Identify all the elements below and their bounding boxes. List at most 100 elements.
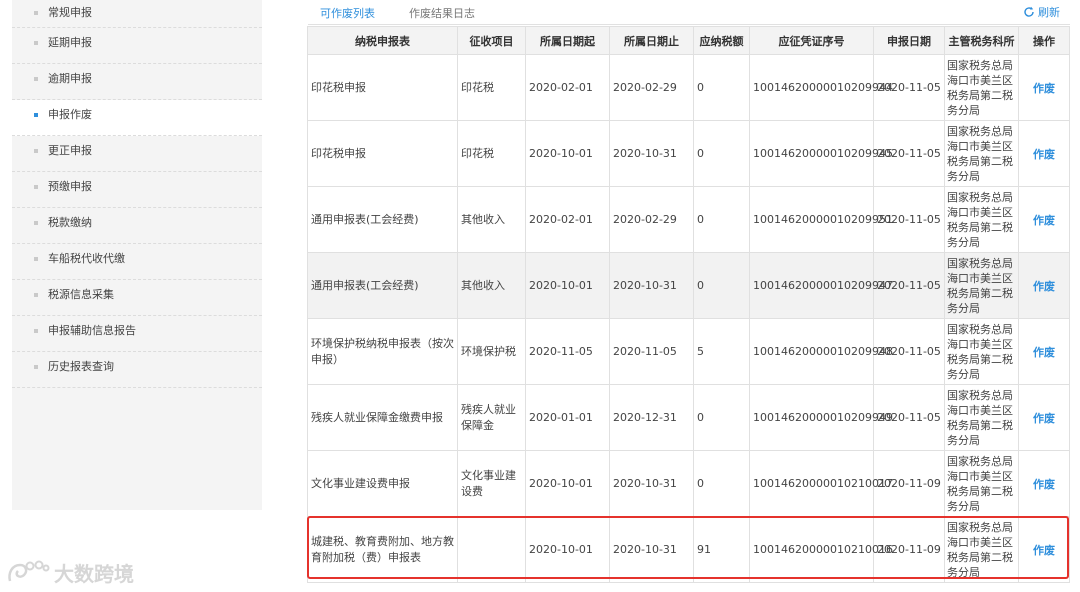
void-link[interactable]: 作废 — [1018, 120, 1070, 187]
cell-form: 印花税申报 — [307, 54, 458, 121]
refresh-button[interactable]: 刷新 — [1023, 4, 1060, 20]
header-date: 申报日期 — [873, 26, 945, 55]
cell-item: 文化事业建设费 — [457, 450, 526, 517]
sidebar-item[interactable]: 历史报表查询 — [12, 352, 262, 388]
bullet-icon — [34, 221, 38, 225]
header-start: 所属日期起 — [525, 26, 610, 55]
cell-org: 国家税务总局海口市美兰区税务局第二税务分局 — [944, 318, 1019, 385]
cell-item: 其他收入 — [457, 186, 526, 253]
void-link[interactable]: 作废 — [1018, 450, 1070, 517]
table-header-row: 纳税申报表 征收项目 所属日期起 所属日期止 应纳税额 应征凭证序号 申报日期 … — [307, 26, 1070, 55]
sidebar-item[interactable]: 逾期申报 — [12, 64, 262, 100]
sidebar-item[interactable]: 申报辅助信息报告 — [12, 316, 262, 352]
cell-org: 国家税务总局海口市美兰区税务局第二税务分局 — [944, 252, 1019, 319]
sidebar-item[interactable]: 更正申报 — [12, 136, 262, 172]
sidebar-item[interactable]: 税款缴纳 — [12, 208, 262, 244]
cell-org: 国家税务总局海口市美兰区税务局第二税务分局 — [944, 384, 1019, 451]
void-link[interactable]: 作废 — [1018, 252, 1070, 319]
cell-date: 2020-11-05 — [873, 252, 945, 319]
sidebar-item[interactable]: 车船税代收代缴 — [12, 244, 262, 280]
cell-item: 印花税 — [457, 54, 526, 121]
header-end: 所属日期止 — [609, 26, 694, 55]
cell-date: 2020-11-09 — [873, 450, 945, 517]
cell-date: 2020-11-05 — [873, 54, 945, 121]
bullet-icon — [34, 149, 38, 153]
sidebar-item-label: 逾期申报 — [48, 72, 92, 85]
header-item: 征收项目 — [457, 26, 526, 55]
sidebar-item-label: 车船税代收代缴 — [48, 252, 125, 265]
cell-form: 通用申报表(工会经费) — [307, 186, 458, 253]
cell-tax: 91 — [693, 516, 750, 583]
table-row: 环境保护税纳税申报表（按次申报） 环境保护税 2020-11-05 2020-11-0… — [307, 318, 1070, 385]
refresh-icon — [1024, 6, 1034, 17]
sidebar-list: 常规申报延期申报逾期申报申报作废更正申报预缴申报 税款缴纳车船税代收代缴 税源信息采… — [12, 0, 262, 388]
cell-item: 其他收入 — [457, 252, 526, 319]
cell-end: 2020-10-31 — [609, 252, 694, 319]
tab-voidable-list[interactable]: 可作废列表 — [308, 5, 387, 28]
header-voucher: 应征凭证序号 — [749, 26, 874, 55]
cell-tax: 0 — [693, 120, 750, 187]
cell-end: 2020-10-31 — [609, 120, 694, 187]
cell-item: 残疾人就业保障金 — [457, 384, 526, 451]
cell-end: 2020-10-31 — [609, 450, 694, 517]
cell-voucher: 10014620000010209945 — [749, 120, 893, 187]
cell-form: 通用申报表(工会经费) — [307, 252, 458, 319]
table-row: 残疾人就业保障金缴费申报 残疾人就业保障金 2020-01-01 2020-12-31… — [307, 384, 1070, 451]
cell-org: 国家税务总局海口市美兰区税务局第二税务分局 — [944, 54, 1019, 121]
header-form: 纳税申报表 — [307, 26, 458, 55]
cell-form: 残疾人就业保障金缴费申报 — [307, 384, 458, 451]
table-row: 通用申报表(工会经费) 其他收入 2020-10-01 2020-10-31 0 1001… — [307, 252, 1070, 319]
cell-start: 2020-02-01 — [525, 54, 610, 121]
watermark-icon — [8, 560, 50, 582]
void-link[interactable]: 作废 — [1018, 186, 1070, 253]
watermark-logo: 大数跨境 — [6, 558, 134, 586]
cell-tax: 0 — [693, 450, 750, 517]
cell-date: 2020-11-05 — [873, 186, 945, 253]
refresh-label: 刷新 — [1038, 6, 1060, 19]
cell-end: 2020-11-05 — [609, 318, 694, 385]
table-row: 印花税申报 印花税 2020-02-01 2020-02-29 0 10014620000… — [307, 54, 1070, 121]
sidebar-item-label: 历史报表查询 — [48, 360, 114, 373]
cell-voucher: 10014620000010209944 — [749, 54, 893, 121]
header-org: 主管税务科所 — [944, 26, 1019, 55]
cell-start: 2020-10-01 — [525, 252, 610, 319]
sidebar-item-label: 延期申报 — [48, 36, 92, 49]
sidebar-item-label: 更正申报 — [48, 144, 92, 157]
void-link[interactable]: 作废 — [1018, 384, 1070, 451]
cell-org: 国家税务总局海口市美兰区税务局第二税务分局 — [944, 450, 1019, 517]
void-link[interactable]: 作废 — [1018, 54, 1070, 121]
void-link[interactable]: 作废 — [1018, 318, 1070, 385]
cell-date: 2020-11-05 — [873, 384, 945, 451]
sidebar-item-label: 税源信息采集 — [48, 288, 114, 301]
cell-end: 2020-10-31 — [609, 516, 694, 583]
sidebar-item[interactable]: 税源信息采集 — [12, 280, 262, 316]
cell-org: 国家税务总局海口市美兰区税务局第二税务分局 — [944, 186, 1019, 253]
void-link[interactable]: 作废 — [1018, 516, 1070, 583]
cell-end: 2020-12-31 — [609, 384, 694, 451]
tab-bar: 可作废列表 作废结果日志 刷新 — [308, 0, 1070, 28]
cell-form: 文化事业建设费申报 — [307, 450, 458, 517]
cell-voucher: 10014620000010209947 — [749, 252, 893, 319]
bullet-icon — [34, 113, 38, 117]
bullet-icon — [34, 329, 38, 333]
cell-org: 国家税务总局海口市美兰区税务局第二税务分局 — [944, 516, 1019, 583]
cell-tax: 5 — [693, 318, 750, 385]
sidebar-item[interactable]: 预缴申报 — [12, 172, 262, 208]
sidebar-item[interactable]: 常规申报 — [12, 0, 262, 28]
cell-form: 环境保护税纳税申报表（按次申报） — [307, 318, 458, 385]
table-row: 文化事业建设费申报 文化事业建设费 2020-10-01 2020-10-31 0 100… — [307, 450, 1070, 517]
sidebar-item[interactable]: 延期申报 — [12, 28, 262, 64]
sidebar-item-label: 申报作废 — [48, 108, 92, 121]
declaration-table: 纳税申报表 征收项目 所属日期起 所属日期止 应纳税额 应征凭证序号 申报日期 … — [307, 26, 1070, 583]
cell-start: 2020-02-01 — [525, 186, 610, 253]
sidebar-item[interactable]: 申报作废 — [12, 100, 262, 136]
cell-tax: 0 — [693, 54, 750, 121]
bullet-icon — [34, 77, 38, 81]
cell-start: 2020-10-01 — [525, 120, 610, 187]
table-body: 印花税申报 印花税 2020-02-01 2020-02-29 0 10014620000… — [307, 54, 1070, 583]
cell-end: 2020-02-29 — [609, 186, 694, 253]
cell-form: 印花税申报 — [307, 120, 458, 187]
tab-void-result-log[interactable]: 作废结果日志 — [409, 5, 475, 21]
cell-tax: 0 — [693, 252, 750, 319]
bullet-icon — [34, 257, 38, 261]
